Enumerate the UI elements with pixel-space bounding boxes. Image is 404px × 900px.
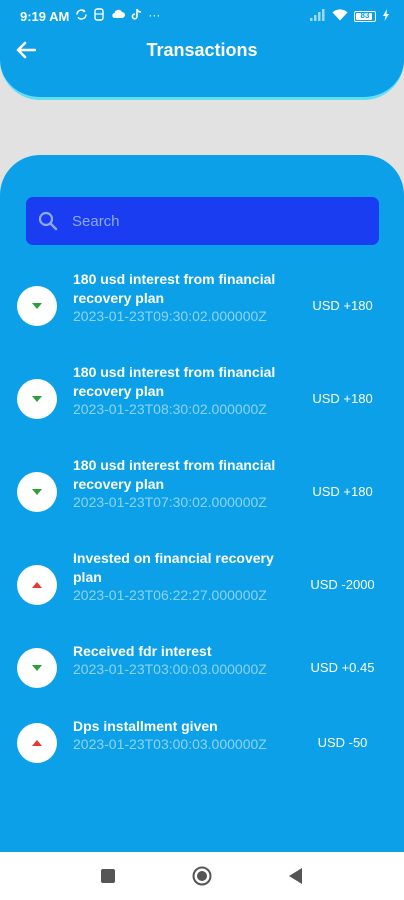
incoming-arrow-icon — [17, 472, 57, 512]
transaction-title: 180 usd interest from financial recovery… — [73, 271, 276, 306]
transaction-date: 2023-01-23T07:30:02.000000Z — [73, 494, 267, 510]
transaction-date: 2023-01-23T06:22:27.000000Z — [73, 587, 267, 603]
signal-icon — [310, 8, 326, 24]
status-bar: 9:19 AM ··· 83 — [0, 0, 404, 32]
more-dots: ··· — [148, 8, 161, 22]
battery-level: 83 — [360, 10, 370, 20]
cloud-icon — [110, 8, 126, 24]
system-back-button[interactable] — [284, 864, 308, 888]
status-time: 9:19 AM — [20, 8, 70, 24]
transaction-date: 2023-01-23T09:30:02.000000Z — [73, 308, 267, 324]
outgoing-arrow-icon — [17, 565, 57, 605]
transactions-panel: 180 usd interest from financial recovery… — [0, 155, 404, 900]
transaction-title: 180 usd interest from financial recovery… — [73, 457, 276, 492]
search-bar[interactable] — [26, 197, 379, 245]
transaction-date: 2023-01-23T03:00:03.000000Z — [73, 736, 267, 752]
search-icon — [38, 211, 58, 231]
square-icon — [101, 869, 115, 883]
outgoing-arrow-icon — [17, 723, 57, 763]
incoming-arrow-icon — [17, 648, 57, 688]
battery-icon: 83 — [354, 10, 376, 22]
incoming-arrow-icon — [17, 286, 57, 326]
transaction-amount: USD +0.45 — [310, 660, 375, 675]
app-header: 9:19 AM ··· 83 Transactions — [0, 0, 404, 100]
transaction-title: Invested on financial recovery plan — [73, 550, 274, 585]
tiktok-icon — [131, 8, 142, 24]
system-nav-bar — [0, 852, 404, 900]
transaction-title: Received fdr interest — [73, 643, 212, 659]
triangle-back-icon — [289, 868, 302, 884]
storage-icon — [94, 8, 105, 24]
charging-icon — [382, 8, 390, 24]
transaction-title: Dps installment given — [73, 718, 218, 734]
transaction-date: 2023-01-23T08:30:02.000000Z — [73, 401, 267, 417]
search-input[interactable] — [72, 212, 352, 230]
recent-apps-button[interactable] — [96, 864, 120, 888]
incoming-arrow-icon — [17, 379, 57, 419]
home-button[interactable] — [190, 864, 214, 888]
transaction-amount: USD -2000 — [310, 577, 375, 592]
page-title: Transactions — [146, 40, 258, 60]
transaction-amount: USD -50 — [317, 735, 368, 750]
sync-icon — [75, 8, 88, 24]
transaction-amount: USD +180 — [312, 484, 373, 499]
transaction-amount: USD +180 — [312, 391, 373, 406]
transaction-date: 2023-01-23T03:00:03.000000Z — [73, 661, 267, 677]
circle-icon — [192, 866, 212, 886]
transaction-title: 180 usd interest from financial recovery… — [73, 364, 276, 399]
wifi-icon — [332, 8, 348, 24]
transaction-amount: USD +180 — [312, 298, 373, 313]
